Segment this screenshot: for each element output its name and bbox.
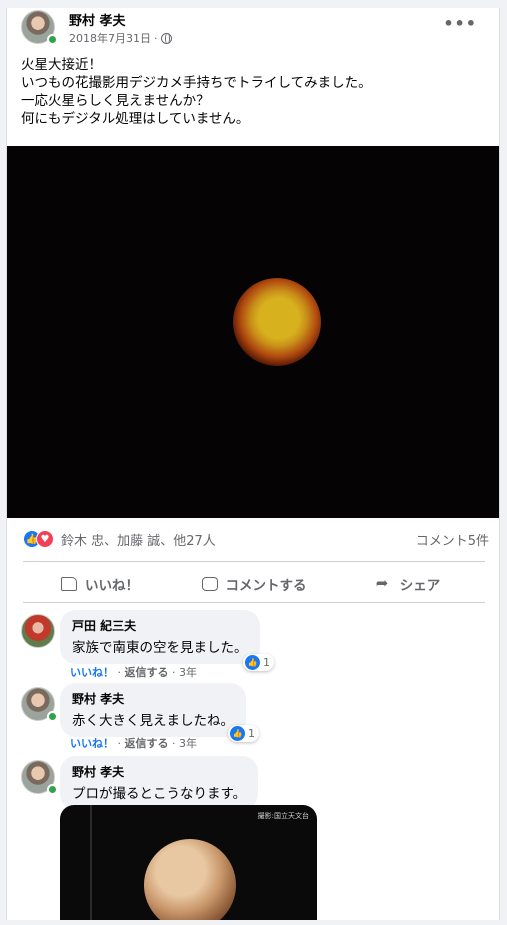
meta-separator: · bbox=[117, 666, 125, 679]
comment-reply-link[interactable]: 返信する bbox=[125, 737, 169, 750]
photo-edge-line bbox=[90, 805, 92, 920]
comment-meta: いいね！ · 返信する · 3年 bbox=[70, 735, 197, 751]
meta-separator: · bbox=[172, 666, 179, 679]
mars-telescope-image bbox=[144, 839, 236, 920]
divider bbox=[23, 602, 485, 603]
meta-separator: · bbox=[172, 737, 179, 750]
post-card: 野村 孝夫 2018年7月31日 · ••• 火星大接近！ いつもの花撮影用デジ… bbox=[6, 8, 500, 920]
comment-author[interactable]: 戸田 紀三夫 bbox=[72, 617, 248, 634]
post-text-line: 火星大接近！ bbox=[21, 57, 102, 73]
comment-time[interactable]: 3年 bbox=[179, 666, 197, 679]
reaction-count: 1 bbox=[248, 727, 255, 740]
online-status-dot bbox=[47, 784, 58, 795]
globe-icon bbox=[160, 32, 172, 44]
post-meta: 2018年7月31日 · bbox=[69, 30, 172, 46]
comment-text: プロが撮るとこうなります。 bbox=[72, 786, 247, 802]
post-text-line: 一応火星らしく見えませんか？ bbox=[21, 93, 210, 109]
post-text: 火星大接近！ いつもの花撮影用デジカメ手持ちでトライしてみました。 一応火星らし… bbox=[21, 56, 372, 128]
reaction-count: 1 bbox=[263, 656, 270, 669]
comment-time[interactable]: 3年 bbox=[179, 737, 197, 750]
comment-button[interactable]: コメントする bbox=[177, 574, 331, 594]
like-icon: 👍 bbox=[245, 655, 260, 670]
share-button[interactable]: シェア bbox=[331, 574, 485, 594]
mars-image bbox=[233, 278, 321, 366]
comment-bubble: 戸田 紀三夫 家族で南東の空を見ました。 bbox=[60, 610, 260, 664]
comment-bubble-icon bbox=[201, 577, 218, 591]
like-icon: 👍 bbox=[230, 726, 245, 741]
comment-bubble: 野村 孝夫 プロが撮るとこうなります。 bbox=[60, 756, 259, 810]
like-button-label: いいね！ bbox=[85, 578, 139, 594]
action-bar: いいね！ コメントする シェア bbox=[23, 566, 485, 602]
comment-button-label: コメントする bbox=[225, 578, 307, 594]
commenter-avatar[interactable] bbox=[21, 614, 55, 648]
comment-text: 赤く大きく見えましたね。 bbox=[72, 713, 234, 729]
comment-reaction-count[interactable]: 👍 1 bbox=[228, 725, 259, 742]
divider bbox=[23, 561, 485, 562]
love-icon: ♥ bbox=[36, 530, 54, 548]
meta-separator: · bbox=[154, 31, 158, 45]
post-author-name[interactable]: 野村 孝夫 bbox=[69, 10, 126, 29]
post-text-line: いつもの花撮影用デジカメ手持ちでトライしてみました。 bbox=[21, 75, 372, 91]
thumbs-up-icon bbox=[61, 577, 77, 591]
comment-author[interactable]: 野村 孝夫 bbox=[72, 763, 246, 780]
reactor-names[interactable]: 鈴木 忠、加藤 誠、他27人 bbox=[61, 530, 216, 549]
comment-text: 家族で南東の空を見ました。 bbox=[72, 640, 248, 656]
comment-like-link[interactable]: いいね！ bbox=[70, 666, 114, 679]
comment-like-link[interactable]: いいね！ bbox=[70, 737, 114, 750]
comment-author[interactable]: 野村 孝夫 bbox=[72, 690, 234, 707]
share-button-label: シェア bbox=[399, 578, 441, 594]
comment-photo[interactable]: 撮影:国立天文台 bbox=[60, 805, 317, 920]
post-photo[interactable] bbox=[7, 146, 499, 518]
comment-reaction-count[interactable]: 👍 1 bbox=[243, 654, 274, 671]
comment-meta: いいね！ · 返信する · 3年 bbox=[70, 664, 197, 680]
reactions-bar: 👍 ♥ 鈴木 忠、加藤 誠、他27人 コメント5件 bbox=[23, 528, 489, 550]
photo-caption: 撮影:国立天文台 bbox=[257, 812, 309, 820]
like-button[interactable]: いいね！ bbox=[23, 574, 177, 594]
comment-reply-link[interactable]: 返信する bbox=[125, 666, 169, 679]
post-date[interactable]: 2018年7月31日 bbox=[69, 30, 151, 46]
comment-bubble: 野村 孝夫 赤く大きく見えましたね。 bbox=[60, 683, 246, 737]
post-text-line: 何にもデジタル処理はしていません。 bbox=[21, 111, 250, 127]
meta-separator: · bbox=[117, 737, 125, 750]
online-status-dot bbox=[47, 34, 58, 45]
share-icon bbox=[376, 574, 392, 592]
more-options-icon[interactable]: ••• bbox=[443, 14, 477, 33]
comment-count[interactable]: コメント5件 bbox=[416, 530, 489, 549]
online-status-dot bbox=[47, 711, 58, 722]
